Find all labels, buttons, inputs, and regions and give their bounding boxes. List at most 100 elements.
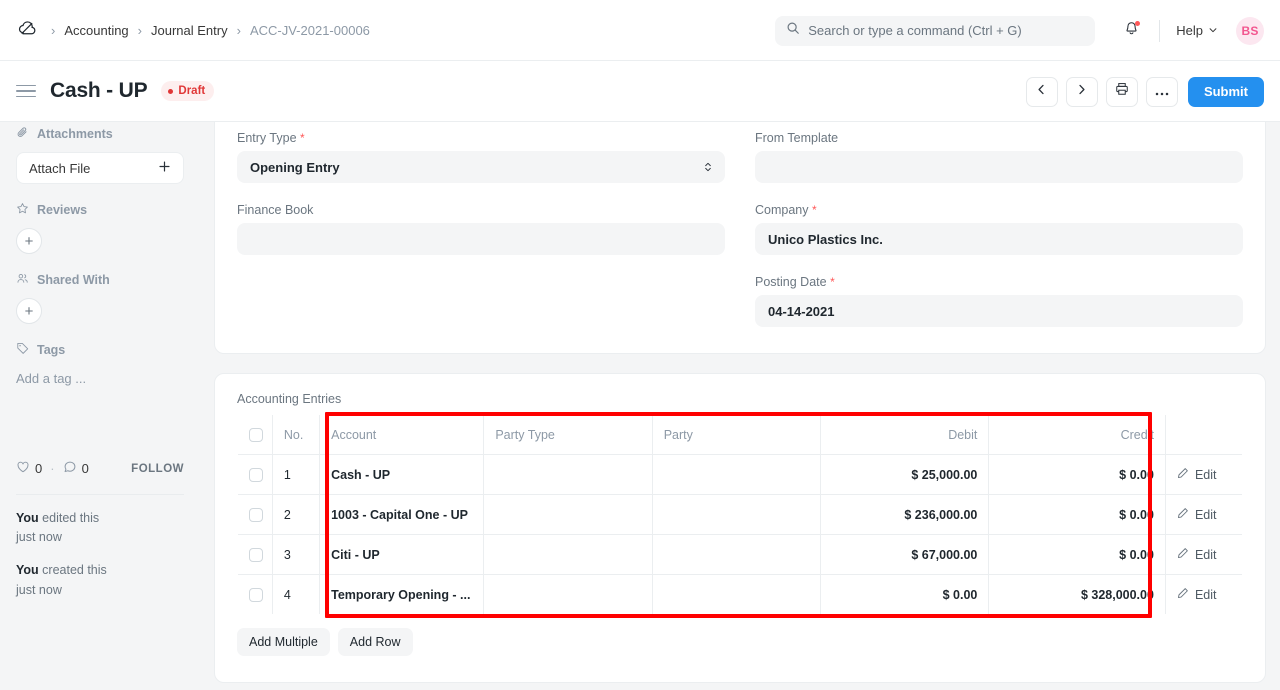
sidebar-label-reviews: Reviews [37,203,87,217]
entry-type-select[interactable]: Opening Entry [237,151,725,183]
row-party[interactable] [652,575,820,615]
row-party-type[interactable] [484,575,652,615]
table-row[interactable]: 1 Cash - UP $ 25,000.00 $ 0.00 [238,455,1243,495]
row-debit[interactable]: $ 236,000.00 [821,495,989,535]
table-body: 1 Cash - UP $ 25,000.00 $ 0.00 [238,455,1243,615]
from-template-input[interactable] [755,151,1243,183]
field-from-template: From Template [755,131,1243,183]
row-party-type[interactable] [484,495,652,535]
activity-item: You created this just now [16,561,184,600]
row-party[interactable] [652,455,820,495]
comment-icon[interactable] [63,460,77,477]
row-party-type[interactable] [484,535,652,575]
status-badge: Draft [161,81,214,101]
sidebar-section-attachments: Attachments [16,126,184,142]
table-action-buttons: Add Multiple Add Row [237,628,1243,656]
print-button[interactable] [1106,77,1138,107]
notification-badge-dot [1135,21,1140,26]
add-multiple-button[interactable]: Add Multiple [237,628,330,656]
attach-file-button[interactable]: Attach File [16,152,184,184]
row-account[interactable]: Temporary Opening - ... [320,575,484,615]
breadcrumb-item-current: ACC-JV-2021-00006 [250,23,370,38]
row-credit[interactable]: $ 0.00 [989,455,1166,495]
row-credit[interactable]: $ 328,000.00 [989,575,1166,615]
required-marker: * [300,131,305,145]
search-placeholder: Search or type a command (Ctrl + G) [808,23,1022,38]
edit-row-button[interactable]: Edit [1177,507,1231,522]
plus-icon [158,160,171,176]
row-debit[interactable]: $ 67,000.00 [821,535,989,575]
next-doc-button[interactable] [1066,77,1098,107]
select-all-checkbox[interactable] [249,428,263,442]
row-party[interactable] [652,495,820,535]
row-debit[interactable]: $ 25,000.00 [821,455,989,495]
submit-button[interactable]: Submit [1188,77,1264,107]
prev-doc-button[interactable] [1026,77,1058,107]
search-icon [786,21,800,40]
tag-icon [16,342,29,358]
page-header: Cash - UP Draft [0,61,1280,122]
chevron-right-icon [1075,83,1088,101]
users-icon [16,272,29,288]
posting-date-input[interactable]: 04-14-2021 [755,295,1243,327]
row-party-type[interactable] [484,455,652,495]
row-credit[interactable]: $ 0.00 [989,495,1166,535]
like-count: 0 [35,461,42,476]
row-account[interactable]: Citi - UP [320,535,484,575]
row-select-cell [238,455,273,495]
required-marker: * [830,275,835,289]
row-checkbox[interactable] [249,588,263,602]
row-debit[interactable]: $ 0.00 [821,575,989,615]
breadcrumb-separator: › [230,24,248,37]
row-account[interactable]: 1003 - Capital One - UP [320,495,484,535]
company-input[interactable]: Unico Plastics Inc. [755,223,1243,255]
finance-book-input[interactable] [237,223,725,255]
edit-label: Edit [1195,548,1217,562]
field-label: Posting Date * [755,275,1243,289]
status-dot-icon [168,89,173,94]
row-checkbox[interactable] [249,508,263,522]
ellipsis-icon [1155,83,1169,101]
sidebar-label-shared-with: Shared With [37,273,110,287]
table-row[interactable]: 4 Temporary Opening - ... $ 0.00 $ 328,0… [238,575,1243,615]
avatar[interactable]: BS [1236,17,1264,45]
app-logo-icon[interactable] [14,15,44,45]
edit-row-button[interactable]: Edit [1177,467,1231,482]
row-account[interactable]: Cash - UP [320,455,484,495]
accounting-entries-table: No. Account Party Type Party Debit Credi… [237,414,1243,615]
row-checkbox[interactable] [249,468,263,482]
help-menu[interactable]: Help [1176,23,1218,38]
search-input[interactable]: Search or type a command (Ctrl + G) [775,16,1095,46]
edit-row-button[interactable]: Edit [1177,547,1231,562]
add-tag-input[interactable]: Add a tag ... [16,371,184,386]
notifications-button[interactable] [1117,17,1145,45]
finance-book-label: Finance Book [237,203,313,217]
add-review-button[interactable]: + [16,228,42,254]
row-party[interactable] [652,535,820,575]
breadcrumb-item-accounting[interactable]: Accounting [64,23,128,38]
sidebar-section-tags: Tags [16,342,184,358]
more-options-button[interactable] [1146,77,1178,107]
pencil-icon [1177,507,1189,522]
field-entry-type: Entry Type * Opening Entry [237,131,725,183]
breadcrumb-item-journal-entry[interactable]: Journal Entry [151,23,228,38]
add-share-button[interactable]: + [16,298,42,324]
posting-date-value: 04-14-2021 [768,304,835,319]
row-credit[interactable]: $ 0.00 [989,535,1166,575]
form-section-card: Entry Type * Opening Entry [214,122,1266,354]
row-checkbox[interactable] [249,548,263,562]
field-company: Company * Unico Plastics Inc. [755,203,1243,255]
field-posting-date: Posting Date * 04-14-2021 [755,275,1243,327]
edit-row-button[interactable]: Edit [1177,587,1231,602]
heart-icon[interactable] [16,460,30,477]
table-header-row: No. Account Party Type Party Debit Credi… [238,415,1243,455]
hamburger-icon[interactable] [16,81,36,101]
column-header-actions [1165,415,1242,455]
row-number: 3 [272,535,319,575]
column-header-credit: Credit [989,415,1166,455]
row-select-cell [238,495,273,535]
add-row-button[interactable]: Add Row [338,628,413,656]
follow-button[interactable]: FOLLOW [131,463,184,475]
table-row[interactable]: 2 1003 - Capital One - UP $ 236,000.00 $… [238,495,1243,535]
table-row[interactable]: 3 Citi - UP $ 67,000.00 $ 0.00 [238,535,1243,575]
